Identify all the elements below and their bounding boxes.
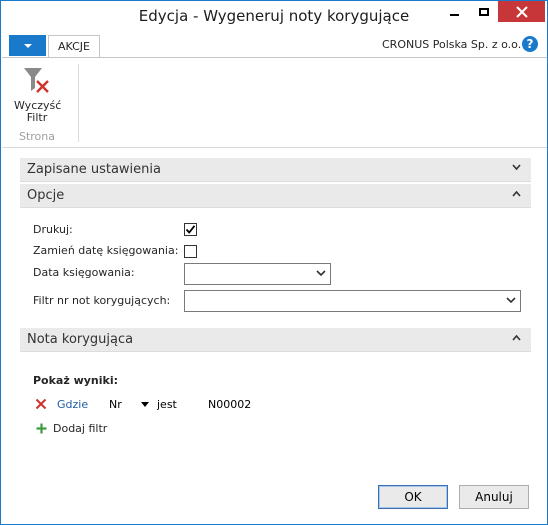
close-icon [515,5,528,18]
remove-filter-icon[interactable] [35,398,47,410]
chevron-up-icon [512,190,521,197]
ribbon-tab-row: AKCJE CRONUS Polska Sp. z o.o. ? [2,33,547,58]
fasttab-correction-note[interactable]: Nota korygująca [20,328,531,352]
group-label-strona: Strona [18,130,56,143]
group-divider [78,64,79,142]
plus-icon [36,423,47,434]
cancel-button[interactable]: Anuluj [459,485,529,509]
ok-button[interactable]: OK [378,485,448,509]
posting-date-field[interactable] [184,263,331,285]
chevron-down-icon [506,297,516,304]
note-filter-field[interactable] [184,290,521,312]
ribbon: Wyczyść Filtr Strona [2,57,547,148]
add-filter-button[interactable]: Dodaj filtr [33,421,153,437]
clear-filter-button[interactable]: Wyczyść Filtr [14,64,61,132]
chevron-down-icon[interactable] [141,402,149,407]
close-button[interactable] [498,1,545,22]
replace-date-checkbox[interactable] [184,245,197,258]
fasttab-saved-settings-title: Zapisane ustawienia [27,162,161,177]
clear-filter-icon [24,68,49,93]
print-label: Drukuj: [33,223,73,236]
maximize-icon [478,7,489,16]
chevron-up-icon [512,334,521,341]
filter-row: Gdzie Nr jest N00002 [33,397,333,413]
filter-value[interactable]: N00002 [208,398,251,411]
fasttab-options[interactable]: Opcje [20,184,531,208]
where-label: Gdzie [57,398,89,411]
minimize-icon [450,13,459,16]
minimize-button[interactable] [440,1,469,22]
note-filter-label: Filtr nr not korygujących: [33,294,171,307]
company-name: CRONUS Polska Sp. z o.o. [382,38,522,51]
chevron-down-icon [316,270,326,277]
chevron-down-icon [23,43,32,48]
fasttab-saved-settings[interactable]: Zapisane ustawienia [20,158,531,182]
add-filter-label: Dodaj filtr [53,422,108,435]
print-checkbox[interactable] [184,223,197,236]
posting-date-label: Data księgowania: [33,266,135,279]
filter-operator: jest [157,398,177,411]
help-icon[interactable]: ? [522,36,538,52]
chevron-down-icon [512,164,521,171]
title-bar: Edycja - Wygeneruj noty korygujące [1,1,547,32]
clear-filter-label-line2: Filtr [26,111,48,124]
tab-akcje[interactable]: AKCJE [48,35,100,58]
fasttab-options-title: Opcje [27,188,65,203]
app-menu-button[interactable] [9,35,46,56]
replace-date-label: Zamień datę księgowania: [33,244,179,257]
dialog-window: Edycja - Wygeneruj noty korygujące AKCJE… [0,0,548,525]
checkmark-icon [185,225,196,234]
filter-field-select[interactable]: Nr [109,398,122,411]
maximize-button[interactable] [469,1,498,22]
show-results-label: Pokaż wyniki: [33,374,119,387]
fasttab-correction-note-title: Nota korygująca [27,332,134,347]
